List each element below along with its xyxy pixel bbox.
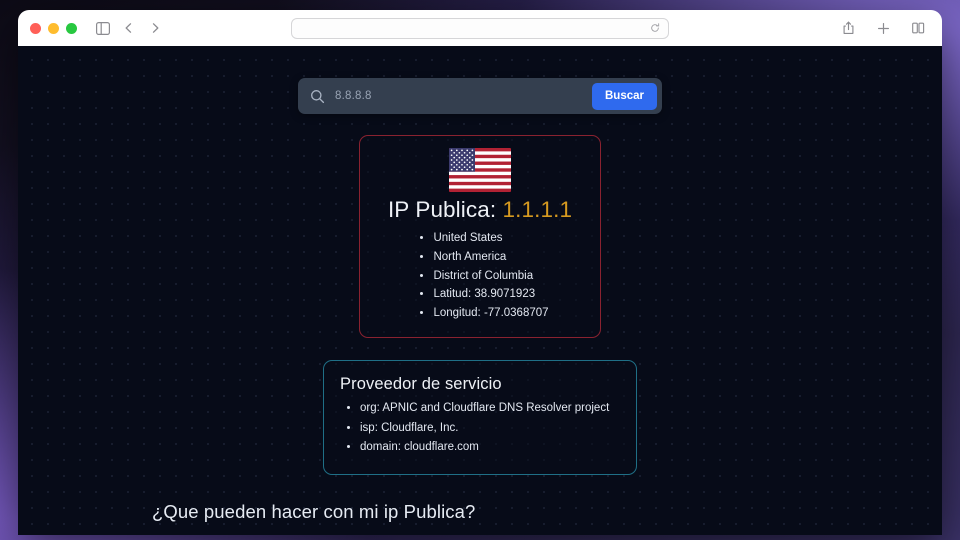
browser-window: Buscar [18, 10, 942, 535]
ip-title-prefix: IP Publica: [387, 197, 497, 222]
tab-overview-icon[interactable] [906, 16, 930, 40]
ip-info-card: IP Publica: 1.1.1.1 United States North … [359, 135, 601, 338]
forward-arrow-icon[interactable] [143, 16, 167, 40]
search-icon [310, 89, 325, 104]
close-window-button[interactable] [30, 22, 41, 34]
ip-address-value: 1.1.1.1 [502, 197, 573, 222]
maximize-window-button[interactable] [66, 22, 77, 34]
ip-search-bar: Buscar [298, 78, 662, 114]
page-section-heading: ¿Que pueden hacer con mi ip Publica? [152, 501, 476, 523]
search-input[interactable] [325, 90, 592, 102]
toolbar-actions [836, 16, 930, 40]
reload-icon[interactable] [650, 23, 660, 33]
browser-toolbar [18, 10, 942, 46]
service-provider-title: Proveedor de servicio [340, 374, 502, 393]
ip-title: IP Publica: 1.1.1.1 [360, 196, 600, 224]
address-bar-container [291, 17, 669, 39]
united-states-flag-icon [449, 148, 511, 192]
window-controls [30, 22, 77, 34]
list-item: United States [433, 229, 548, 248]
share-icon[interactable] [836, 16, 860, 40]
list-item: org: APNIC and Cloudflare DNS Resolver p… [360, 399, 609, 419]
search-submit-button[interactable]: Buscar [592, 82, 657, 110]
ip-detail-list: United States North America District of … [411, 229, 548, 323]
address-bar[interactable] [291, 17, 669, 39]
list-item: District of Columbia [433, 267, 548, 286]
list-item: Latitud: 38.9071923 [433, 285, 548, 304]
back-arrow-icon[interactable] [117, 16, 141, 40]
page-viewport: Buscar [18, 46, 942, 535]
minimize-window-button[interactable] [48, 22, 59, 34]
new-tab-icon[interactable] [871, 16, 895, 40]
navigation-controls [91, 16, 167, 40]
list-item: Longitud: -77.0368707 [433, 304, 548, 323]
list-item: domain: cloudflare.com [360, 438, 609, 458]
list-item: North America [433, 248, 548, 267]
service-provider-card: Proveedor de servicio org: APNIC and Clo… [323, 359, 637, 476]
list-item: isp: Cloudflare, Inc. [360, 419, 609, 439]
sidebar-toggle-icon[interactable] [91, 16, 115, 40]
service-provider-list: org: APNIC and Cloudflare DNS Resolver p… [340, 399, 609, 458]
